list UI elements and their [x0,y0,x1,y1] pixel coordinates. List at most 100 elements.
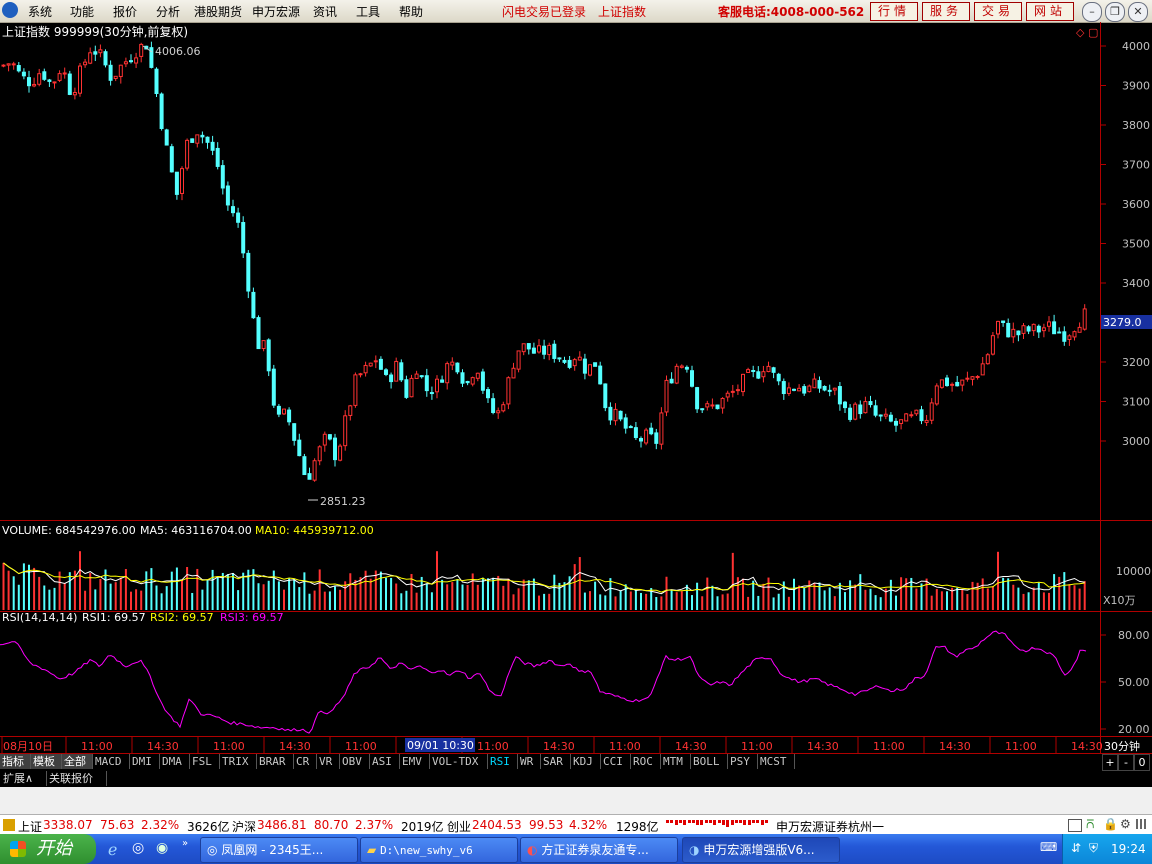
ie-icon[interactable]: ℯ [108,840,117,859]
tab-expand[interactable]: 扩展∧ [0,771,47,786]
restore-icon[interactable]: ❐ [1105,2,1125,22]
taskbar-item-swhy[interactable]: ◑ 申万宏源增强版V6... [682,837,840,863]
shield-icon[interactable]: ⛨ [1089,841,1098,856]
period-label[interactable]: 30分钟 [1104,739,1140,753]
rsi2-label: RSI2: 69.57 [150,611,214,624]
kline-chart[interactable]: 4000390038003700360035003400330032003100… [0,22,1152,754]
diamond-icon[interactable]: ◇ [1076,26,1085,39]
breadth-bar [764,820,768,823]
minimize-icon[interactable]: – [1082,2,1102,22]
volume-bar [430,592,433,610]
tab-vr[interactable]: VR [317,754,340,769]
volume-bar [283,589,285,610]
taskbar-item-folder[interactable]: ▰ D:\new_swhy_v6 [360,837,518,863]
network-icon[interactable]: ⇵ [1071,841,1081,855]
menu-analysis[interactable]: 分析 [156,3,180,20]
taskbar-item-founder[interactable]: ◐ 方正证券泉友通专... [520,837,678,863]
volume-bar [997,551,999,610]
price-tick-label: 3400 [1122,277,1150,290]
volume-bar [813,582,816,610]
service-button[interactable]: 服务 [922,2,970,21]
menu-swhy[interactable]: 申万宏源 [252,3,300,20]
volume-bar [303,572,306,610]
tab-cci[interactable]: CCI [601,754,631,769]
start-button[interactable]: 开始 [0,834,96,864]
tab-dmi[interactable]: DMI [130,754,160,769]
clock[interactable]: 19:24 [1111,842,1146,856]
tab-vol-tdx[interactable]: VOL-TDX [430,754,488,769]
volume-bar [706,577,709,610]
volume-bar [232,573,234,610]
volume-bar [583,592,586,610]
menu-tools[interactable]: 工具 [356,3,380,20]
menu-quote[interactable]: 报价 [113,3,137,20]
tab-rsi[interactable]: RSI [488,754,518,769]
menu-hk-futures[interactable]: 港股期货 [194,3,242,20]
svg-text:3279.0: 3279.0 [1103,316,1142,329]
volume-bar [206,579,209,610]
volume-bar [390,577,393,610]
menu-help[interactable]: 帮助 [399,3,423,20]
ticker-icon [3,819,15,831]
taskbar-item-ifeng[interactable]: ◎ 凤凰网 - 2345王... [200,837,358,863]
candle-body [1047,321,1051,327]
tab-sar[interactable]: SAR [541,754,571,769]
volume-axis-label: 10000 [1116,565,1151,578]
quicklaunch-more-icon[interactable]: » [182,838,188,849]
tab-wr[interactable]: WR [518,754,541,769]
chrome-icon[interactable]: ◉ [156,840,168,856]
tab-指标[interactable]: 指标 [0,754,31,769]
time-tick-label: 14:30 [279,740,311,753]
tab-mtm[interactable]: MTM [661,754,691,769]
zoom-out-button[interactable]: - [1118,754,1134,771]
tab-kdj[interactable]: KDJ [571,754,601,769]
lock-icon[interactable]: 🔒 [1103,817,1118,831]
cy-value[interactable]: 2404.53 [472,818,522,832]
website-button[interactable]: 网站 [1026,2,1074,21]
tab-obv[interactable]: OBV [340,754,370,769]
menu-info[interactable]: 资讯 [313,3,337,20]
volume-bar [752,580,755,610]
tab-cr[interactable]: CR [294,754,317,769]
candle-body [521,343,526,353]
candle-body [251,291,256,319]
menu-function[interactable]: 功能 [70,3,94,20]
volume-bar [155,585,158,610]
reset-button[interactable]: 0 [1134,754,1150,771]
tab-asi[interactable]: ASI [370,754,400,769]
candle-body [501,404,506,412]
tab-brar[interactable]: BRAR [257,754,294,769]
trade-button[interactable]: 交易 [974,2,1022,21]
sh-value[interactable]: 3338.07 [43,818,93,832]
settings-icon[interactable]: ⚙ [1120,817,1131,831]
candle-body [348,405,353,416]
market-button[interactable]: 行情 [870,2,918,21]
tab-emv[interactable]: EMV [400,754,430,769]
grid-icon[interactable] [1136,819,1146,829]
volume-bar [634,590,637,610]
browser-icon[interactable]: ◎ [132,840,144,856]
window-toggle-icon[interactable]: ▢ [1088,26,1098,39]
tab-模板[interactable]: 模板 [31,754,62,769]
keyboard-icon[interactable]: ⌨ [1040,840,1057,854]
candle-body [965,377,970,380]
menu-system[interactable]: 系统 [28,3,52,20]
extension-tabs: 扩展∧ 关联报价 [0,771,1152,787]
zoom-in-button[interactable]: + [1102,754,1118,771]
volume-bar [685,584,688,610]
tab-mcst[interactable]: MCST [758,754,795,769]
tab-psy[interactable]: PSY [728,754,758,769]
tab-fsl[interactable]: FSL [190,754,220,769]
tab-全部[interactable]: 全部 [62,754,93,769]
app-logo-icon [2,2,18,18]
breadth-bar [739,820,743,823]
tab-trix[interactable]: TRIX [220,754,257,769]
tab-macd[interactable]: MACD [93,754,130,769]
tab-dma[interactable]: DMA [160,754,190,769]
hs-value[interactable]: 3486.81 [257,818,307,832]
tab-boll[interactable]: BOLL [691,754,728,769]
tab-roc[interactable]: ROC [631,754,661,769]
close-icon[interactable]: ✕ [1128,2,1148,22]
tab-related-quotes[interactable]: 关联报价 [46,771,107,786]
layout-icon[interactable] [1068,819,1082,832]
